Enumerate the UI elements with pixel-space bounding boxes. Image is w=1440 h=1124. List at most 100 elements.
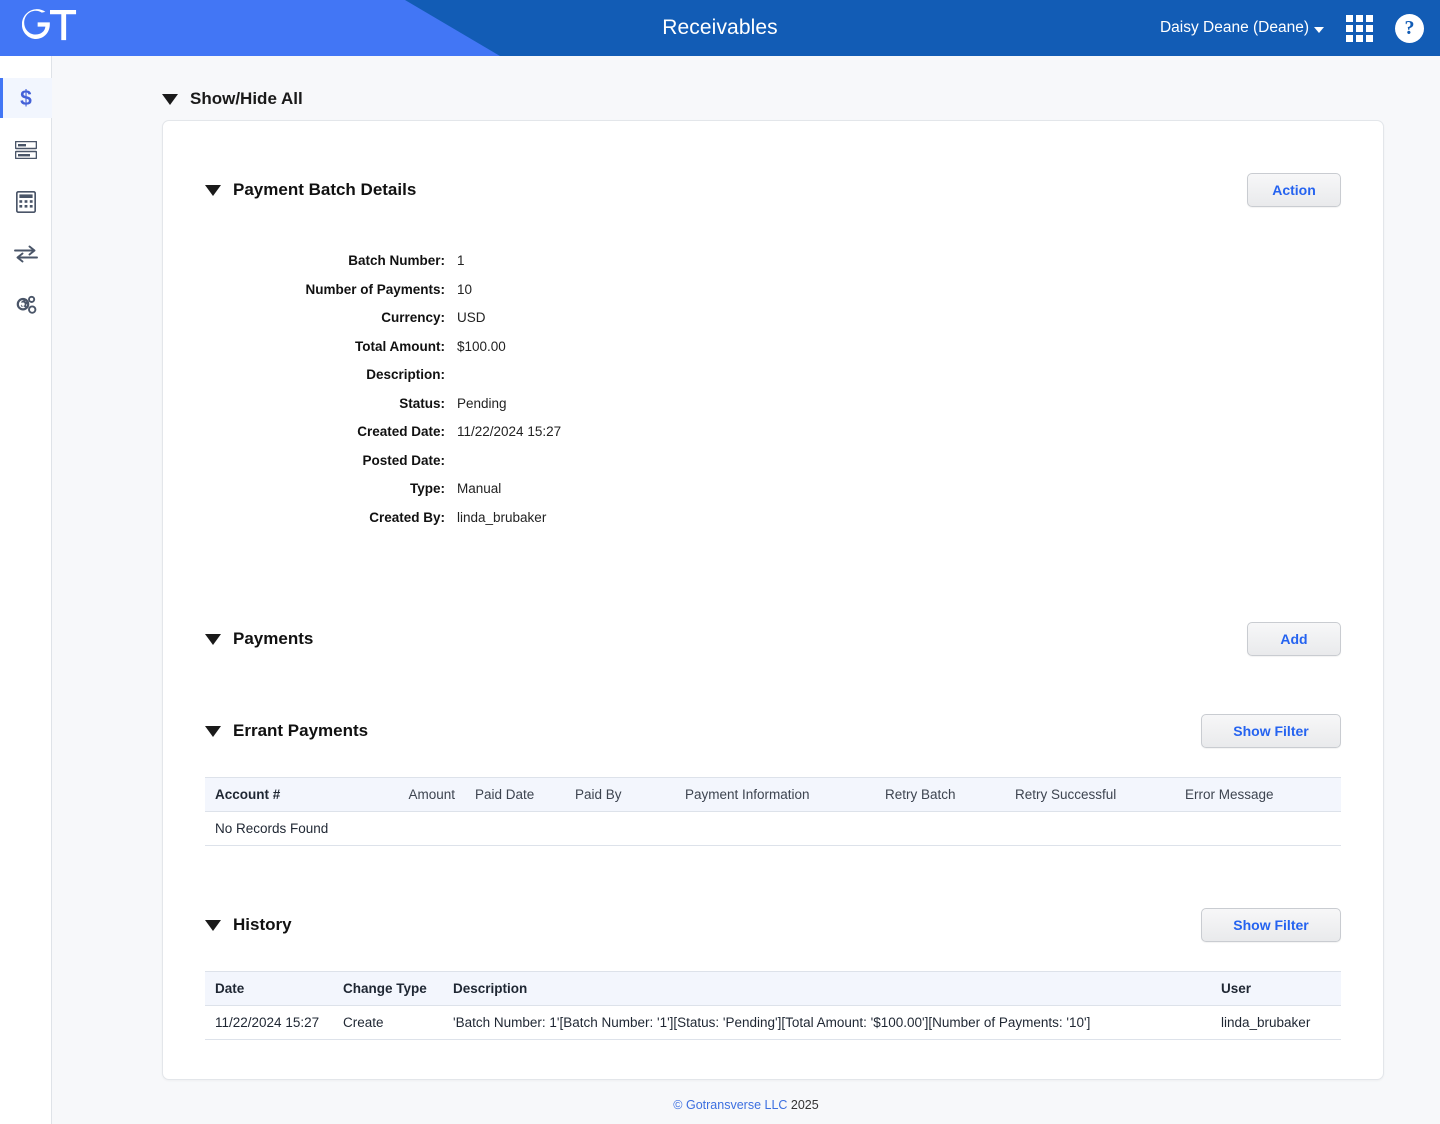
field-value-currency: USD (457, 310, 486, 325)
field-value-batch-number: 1 (457, 253, 465, 268)
field-value-created-date: 11/22/2024 15:27 (457, 424, 562, 439)
section-title-label: Payments (233, 629, 314, 648)
column-header-date[interactable]: Date (205, 971, 333, 1006)
triangle-down-icon (205, 919, 221, 931)
left-sidebar: $ (0, 56, 52, 1124)
column-header-paid-date[interactable]: Paid Date (465, 777, 565, 812)
section-title-label: Payment Batch Details (233, 180, 417, 199)
field-value-type: Manual (457, 481, 502, 496)
section-payment-batch-details: Payment Batch Details Action Batch Numbe… (205, 173, 1341, 532)
gears-settings-icon (16, 295, 37, 314)
field-label: Type: (409, 481, 445, 496)
main-content: Show/Hide All Payment Batch Details Acti… (52, 56, 1440, 1124)
sidebar-item-settings[interactable] (0, 286, 52, 326)
column-header-paid-by[interactable]: Paid By (565, 777, 675, 812)
section-history: History Show Filter Date Change Type Des… (205, 908, 1341, 1040)
show-hide-all-label: Show/Hide All (190, 89, 303, 108)
add-payment-button[interactable]: Add (1247, 622, 1341, 656)
column-header-description[interactable]: Description (443, 971, 1211, 1006)
footer-company-label: Gotransverse LLC (685, 1098, 788, 1112)
content-card: Payment Batch Details Action Batch Numbe… (162, 120, 1384, 1080)
field-value-number-of-payments: 10 (457, 281, 473, 297)
errant-payments-show-filter-button[interactable]: Show Filter (1201, 714, 1341, 748)
server-list-icon (15, 141, 37, 159)
triangle-down-icon (205, 633, 221, 645)
triangle-down-icon (205, 725, 221, 737)
history-toggle[interactable]: History (205, 915, 292, 935)
page-footer: © Gotransverse LLC 2025 (52, 1098, 1440, 1112)
user-menu-button[interactable]: Daisy Deane (Deane) (1160, 19, 1324, 37)
sidebar-item-transactions[interactable] (0, 234, 52, 274)
cell-description: 'Batch Number: 1'[Batch Number: '1'][Sta… (443, 1005, 1211, 1040)
cell-date: 11/22/2024 15:27 (205, 1005, 333, 1040)
column-header-change-type[interactable]: Change Type (333, 971, 443, 1006)
field-value-created-by: linda_brubaker (457, 509, 547, 525)
field-label: Currency: (381, 310, 445, 325)
user-menu-label: Daisy Deane (Deane) (1159, 19, 1309, 36)
section-title-label: History (233, 915, 292, 934)
triangle-down-icon (162, 93, 178, 105)
calculator-icon (16, 191, 36, 213)
triangle-down-icon (205, 184, 221, 196)
field-label: Posted Date: (362, 452, 445, 468)
footer-company-link[interactable]: © Gotransverse LLC (673, 1098, 787, 1112)
cell-change-type: Create (333, 1005, 443, 1040)
sidebar-item-rating[interactable] (0, 182, 52, 222)
table-header-row: Date Change Type Description User (205, 971, 1341, 1006)
history-show-filter-button[interactable]: Show Filter (1201, 908, 1341, 942)
cell-user: linda_brubaker (1211, 1005, 1341, 1040)
chevron-down-icon (1314, 26, 1324, 33)
column-header-account[interactable]: Account # (205, 777, 375, 812)
section-payments: Payments Add (205, 622, 1341, 656)
errant-payments-toggle[interactable]: Errant Payments (205, 721, 368, 741)
column-header-user[interactable]: User (1211, 971, 1341, 1006)
history-table: Date Change Type Description User 11/22/… (205, 971, 1341, 1040)
errant-payments-header: Errant Payments Show Filter (205, 714, 1341, 748)
empty-state-message: No Records Found (205, 811, 1341, 846)
field-label: Description: (366, 367, 445, 382)
footer-year: 2025 (790, 1098, 819, 1112)
column-header-payment-information[interactable]: Payment Information (675, 777, 875, 812)
section-errant-payments: Errant Payments Show Filter Account # Am… (205, 714, 1341, 846)
field-value-posted-date (457, 447, 1341, 476)
column-header-amount[interactable]: Amount (375, 777, 465, 812)
dollar-sign-icon: $ (20, 87, 32, 110)
errant-payments-table: Account # Amount Paid Date Paid By Payme… (205, 777, 1341, 846)
field-value-total-amount: $100.00 (457, 338, 506, 354)
grid-apps-icon[interactable] (1346, 14, 1373, 42)
copyright-icon: © (673, 1098, 683, 1112)
header-right-controls: Daisy Deane (Deane) ? (1160, 0, 1424, 56)
table-header-row: Account # Amount Paid Date Paid By Payme… (205, 777, 1341, 812)
payment-batch-details-fields: Batch Number: 1 Number of Payments: 10 C… (205, 247, 1341, 532)
transfer-arrows-icon (14, 245, 38, 263)
table-row: No Records Found (205, 811, 1341, 846)
field-label: Total Amount: (355, 338, 445, 354)
history-header: History Show Filter (205, 908, 1341, 942)
show-hide-all-toggle[interactable]: Show/Hide All (162, 89, 303, 109)
column-header-retry-batch[interactable]: Retry Batch (875, 777, 1005, 812)
field-label: Created By: (369, 509, 445, 525)
payment-batch-details-header: Payment Batch Details Action (205, 173, 1341, 207)
action-button[interactable]: Action (1247, 173, 1341, 207)
field-label: Number of Payments: (305, 281, 445, 297)
sidebar-item-billing[interactable]: $ (0, 78, 52, 118)
field-label: Status: (399, 395, 445, 411)
help-question-icon[interactable]: ? (1395, 13, 1424, 43)
field-value-status: Pending (457, 395, 507, 411)
svg-text:$: $ (20, 87, 32, 110)
payments-header: Payments Add (205, 622, 1341, 656)
field-label: Batch Number: (348, 253, 445, 268)
payments-toggle[interactable]: Payments (205, 629, 313, 649)
column-header-error-message[interactable]: Error Message (1175, 777, 1341, 812)
gt-logo[interactable] (21, 8, 78, 48)
field-value-description (457, 361, 1341, 390)
table-row: 11/22/2024 15:27 Create 'Batch Number: 1… (205, 1005, 1341, 1040)
column-header-retry-successful[interactable]: Retry Successful (1005, 777, 1175, 812)
app-header: Receivables Daisy Deane (Deane) ? (0, 0, 1440, 56)
payment-batch-details-toggle[interactable]: Payment Batch Details (205, 180, 416, 200)
sidebar-item-accounts[interactable] (0, 130, 52, 170)
section-title-label: Errant Payments (233, 721, 369, 740)
